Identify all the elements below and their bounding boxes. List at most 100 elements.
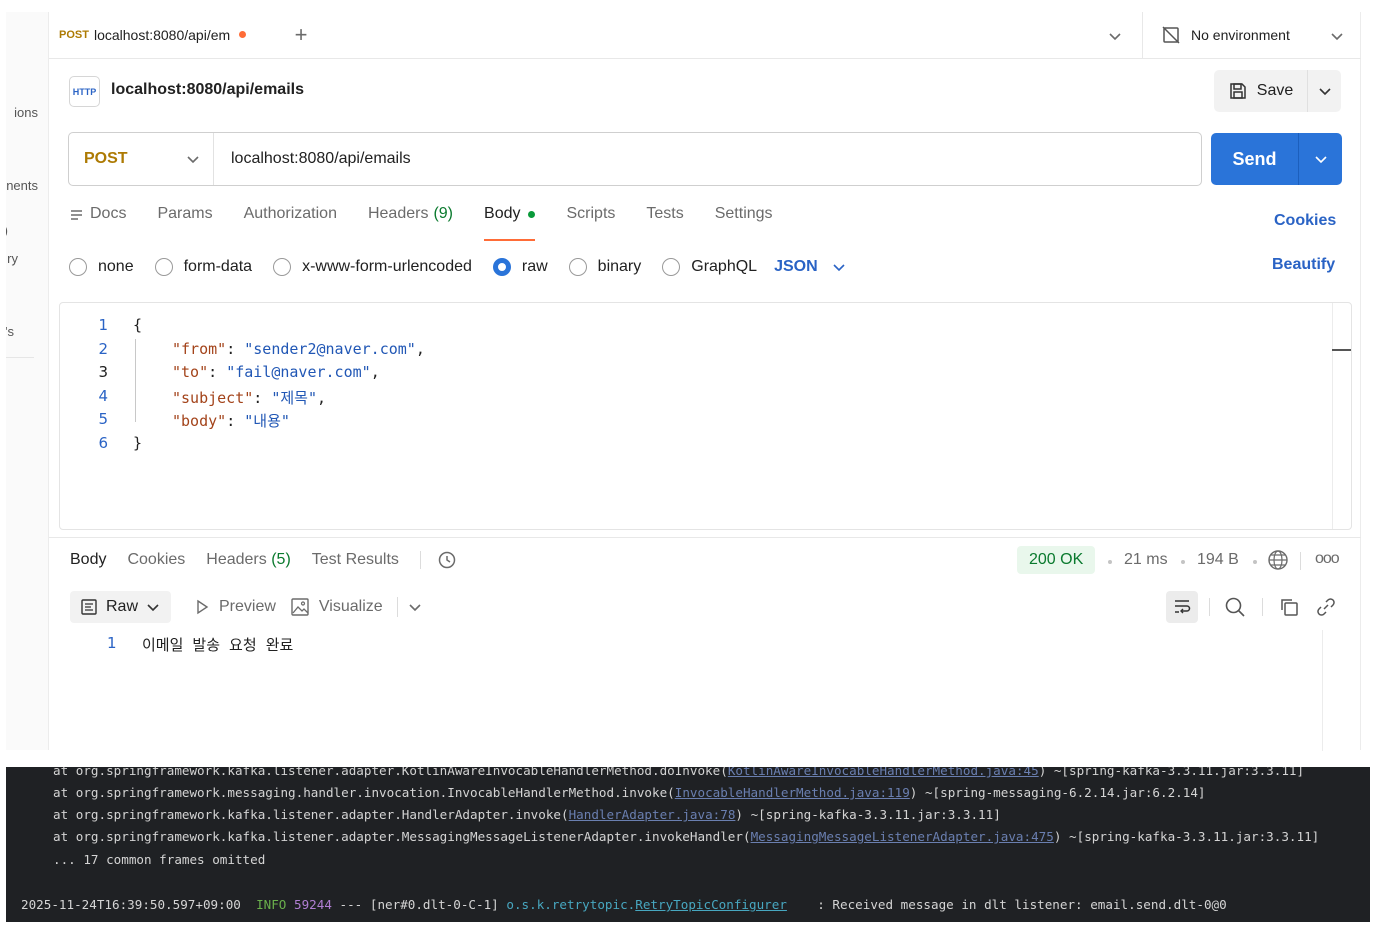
response-size[interactable]: 194 B [1197,551,1239,569]
more-options-icon[interactable]: ooo [1315,550,1340,568]
save-label: Save [1256,82,1294,99]
sidebar-item-environments[interactable]: nents [6,178,38,193]
status-badge[interactable]: 200 OK [1017,546,1096,574]
environment-selector[interactable]: No environment [1161,22,1290,48]
search-icon[interactable] [1224,596,1246,618]
format-select[interactable]: JSON [774,258,846,276]
log-timestamp: 2025-11-24T16:39:50.597+09:00 [21,897,241,912]
tab-settings[interactable]: Settings [715,205,773,241]
divider [1262,598,1263,616]
view-mode-select[interactable]: Raw [70,591,171,623]
response-text[interactable]: 이메일 발송 요청 완료 [142,634,293,655]
view-mode-label: Raw [106,598,139,615]
line-number: 5 [98,410,108,428]
url-input[interactable]: localhost:8080/api/emails [214,150,411,168]
editor-scrollbar[interactable] [1332,303,1351,529]
sidebar-item-partial[interactable]: ) [6,223,8,238]
divider [396,597,398,617]
sidebar-item-history[interactable]: ry [7,251,18,266]
preview-button[interactable]: Preview [194,598,276,616]
send-options-button[interactable] [1299,133,1342,185]
tab-url: localhost:8080/api/em [93,26,231,43]
body-type-raw[interactable]: raw [492,258,548,276]
body-type-urlencoded[interactable]: x-www-form-urlencoded [273,258,472,276]
chevron-down-icon [1318,88,1331,96]
tab-body[interactable]: Body [484,205,536,241]
response-tab-headers-label: Headers [206,551,267,568]
body-type-graphql[interactable]: GraphQL [662,258,757,276]
code-line: "from": "sender2@naver.com", [172,340,425,358]
tab-scripts[interactable]: Scripts [566,205,615,241]
send-button[interactable]: Send [1211,133,1299,185]
tab-headers-label: Headers [367,205,429,222]
trace-text: at org.springframework.kafka.listener.ad… [53,807,569,822]
sidebar-item-collections[interactable]: ions [14,105,38,120]
log-message: : Received message in dlt listener: emai… [817,897,1227,912]
json-comma: , [317,389,327,407]
log-thread: [ner#0.dlt-0-C-1] [369,897,499,912]
chevron-down-icon[interactable] [408,600,422,614]
source-link[interactable]: KotlinAwareInvocableHandlerMethod.java:4… [728,767,1039,778]
no-environment-icon [1162,26,1180,44]
copy-icon[interactable] [1278,596,1300,618]
tab-authorization[interactable]: Authorization [244,205,337,241]
beautify-link[interactable]: Beautify [1272,256,1335,274]
json-comma: , [415,340,425,358]
source-link[interactable]: InvocableHandlerMethod.java:119 [675,785,910,800]
body-type-binary[interactable]: binary [568,258,642,276]
terminal-panel: at org.springframework.kafka.listener.ad… [6,767,1370,922]
visualize-button[interactable]: Visualize [290,597,383,617]
tab-tests[interactable]: Tests [646,205,683,241]
stack-trace-line: at org.springframework.kafka.listener.ad… [53,829,1319,844]
body-type-none-label: none [98,258,134,275]
body-type-form-data[interactable]: form-data [154,258,252,276]
response-time[interactable]: 21 ms [1124,551,1168,569]
response-tab-headers[interactable]: Headers (5) [206,551,291,569]
trace-text: ) ~[spring-kafka-3.3.11.jar:3.3.11] [1053,829,1320,844]
wrap-lines-button[interactable] [1166,591,1198,623]
save-button[interactable]: Save [1214,70,1308,112]
body-editor[interactable]: 1 2 3 4 5 6 { "from": "sender2@naver.com… [59,302,1352,530]
response-scrollbar[interactable] [1322,630,1323,751]
trace-text: ) ~[spring-kafka-3.3.11.jar:3.3.11] [735,807,1001,822]
body-type-none[interactable]: none [69,258,134,276]
source-link[interactable]: MessagingMessageListenerAdapter.java:475 [751,829,1054,844]
link-icon[interactable] [1315,596,1337,618]
tab-method: POST [59,28,89,41]
radio-icon [69,258,87,276]
tab-params[interactable]: Params [157,205,212,241]
body-type-binary-label: binary [597,258,642,275]
http-icon: HTTP [69,76,100,107]
history-icon[interactable] [437,550,457,570]
tab-headers[interactable]: Headers (9) [368,205,453,241]
dot-separator [1253,560,1257,564]
log-separator: --- [339,897,363,912]
json-value: "내용" [244,412,290,430]
request-tab[interactable]: POST localhost:8080/api/em [49,12,275,59]
docs-icon [71,210,82,220]
environment-chevron-icon[interactable] [1327,26,1347,46]
response-tab-body[interactable]: Body [70,551,106,569]
log-level: INFO [256,897,287,912]
source-link[interactable]: HandlerAdapter.java:78 [569,807,736,822]
globe-icon[interactable] [1267,549,1289,571]
indent-guide [135,339,136,422]
request-tabs: Docs Params Authorization Headers (9) Bod… [69,205,804,241]
chevron-down-icon [187,156,199,164]
new-tab-plus-icon[interactable]: + [289,24,313,48]
trace-text: at org.springframework.messaging.handler… [53,785,675,800]
response-tab-test-results[interactable]: Test Results [312,551,399,569]
chevron-down-icon [1314,156,1327,164]
tab-list-chevron-icon[interactable] [1105,26,1125,46]
method-select[interactable]: POST [69,133,214,185]
json-value: "sender2@naver.com" [244,340,416,358]
tab-docs[interactable]: Docs [69,205,126,241]
response-tab-cookies[interactable]: Cookies [127,551,185,569]
json-value: "fail@naver.com" [226,363,371,381]
sidebar-item-flows[interactable]: 's [6,324,14,339]
save-options-button[interactable] [1308,70,1341,112]
cookies-link[interactable]: Cookies [1274,212,1336,230]
dot-separator [1181,560,1185,564]
logger-link[interactable]: RetryTopicConfigurer [635,897,787,912]
request-title[interactable]: localhost:8080/api/emails [111,81,304,99]
